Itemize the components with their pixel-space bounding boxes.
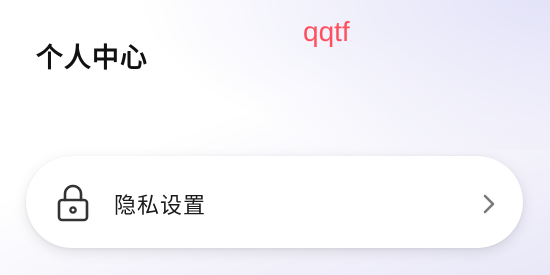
header-background xyxy=(0,0,550,150)
lock-icon xyxy=(57,184,89,222)
menu-item-privacy-settings[interactable] xyxy=(26,156,523,248)
watermark-text: qqtf xyxy=(303,16,350,47)
page-title: 个人中心 xyxy=(36,43,148,74)
menu-item-label: 隐私设置 xyxy=(114,194,207,219)
chevron-right-icon xyxy=(483,194,495,214)
